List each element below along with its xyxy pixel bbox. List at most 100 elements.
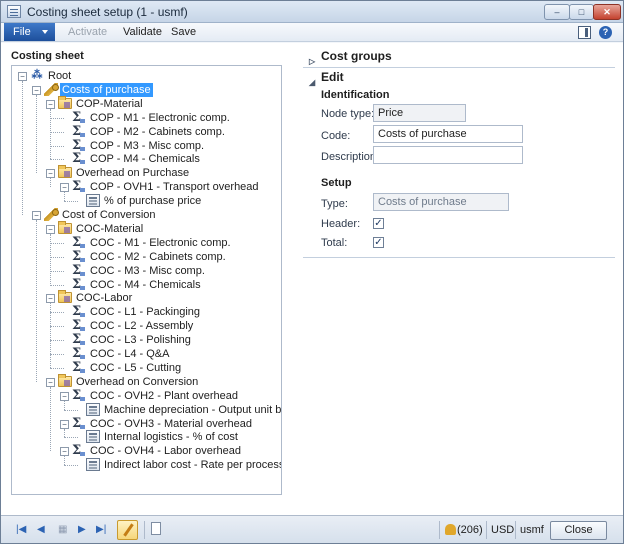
tree-node[interactable]: − ⁂ Root: [12, 69, 280, 83]
collapse-toggle-icon[interactable]: −: [60, 419, 69, 429]
tree-node[interactable]: % of purchase price: [12, 194, 280, 208]
costing-sheet-window: Costing sheet setup (1 - usmf) – □ ✕ Fil…: [0, 0, 624, 544]
tree-connector: [64, 437, 78, 439]
activate-button[interactable]: Activate: [68, 25, 107, 39]
collapse-toggle-icon[interactable]: −: [60, 391, 69, 401]
tree-connector: [50, 354, 64, 355]
notification-bell-icon[interactable]: [445, 524, 456, 535]
status-bar: |◀ ◀ ▦ ▶ ▶| (206) USD usmf Close: [1, 515, 623, 543]
maximize-button[interactable]: □: [569, 4, 594, 20]
tree-node[interactable]: Σ COC - M4 - Chemicals: [12, 278, 280, 292]
tree-node[interactable]: − Costs of purchase: [12, 82, 280, 97]
layout-icon[interactable]: [578, 26, 591, 39]
last-record-button[interactable]: ▶|: [96, 524, 106, 536]
tree-connector: [64, 428, 65, 438]
tree-node[interactable]: − Overhead on Purchase: [12, 165, 280, 180]
cost-groups-section-header[interactable]: ▷ Cost groups: [303, 47, 615, 66]
collapse-toggle-icon[interactable]: −: [46, 169, 55, 179]
divider: [303, 257, 615, 258]
tree-node[interactable]: Σ COP - M4 - Chemicals: [12, 152, 280, 166]
tree-node[interactable]: Σ COC - M2 - Cabinets comp.: [12, 250, 280, 264]
sigma-icon: Σ: [72, 125, 86, 138]
close-window-button[interactable]: ✕: [593, 4, 621, 20]
code-field[interactable]: Costs of purchase: [373, 125, 523, 143]
help-icon[interactable]: ?: [599, 26, 612, 39]
notification-count[interactable]: (206): [457, 524, 483, 536]
grid-view-button[interactable]: ▦: [58, 524, 67, 536]
sigma-icon: Σ: [72, 236, 86, 249]
sigma-icon: Σ: [72, 111, 86, 124]
tree-node[interactable]: − COC-Material: [12, 220, 280, 236]
tree-node-label: COC - L4 - Q&A: [90, 348, 170, 360]
validate-button[interactable]: Validate: [123, 25, 162, 39]
first-record-button[interactable]: |◀: [16, 524, 26, 536]
company-indicator[interactable]: usmf: [520, 524, 544, 536]
tree-node[interactable]: − Overhead on Conversion: [12, 373, 280, 389]
tree-connector: [64, 409, 78, 411]
collapse-toggle-icon[interactable]: −: [60, 447, 69, 457]
tree-connector: [36, 94, 37, 174]
tree-node[interactable]: Σ COC - L2 - Assembly: [12, 319, 280, 333]
edit-section-header[interactable]: ◢ Edit: [303, 68, 615, 87]
tree-node[interactable]: − COP-Material: [12, 95, 280, 111]
close-button[interactable]: Close: [550, 521, 607, 540]
collapse-toggle-icon[interactable]: −: [32, 211, 41, 220]
collapse-toggle-icon[interactable]: −: [46, 99, 55, 109]
tree-node[interactable]: Machine depreciation - Output unit based: [12, 402, 282, 417]
total-label: Total:: [321, 237, 348, 249]
action-pane: File Activate Validate Save ?: [1, 23, 623, 42]
tree-node-label: Machine depreciation - Output unit based: [104, 403, 282, 416]
tree-node[interactable]: − Σ COC - OVH4 - Labor overhead: [12, 444, 280, 458]
collapse-toggle-icon[interactable]: −: [60, 183, 69, 193]
tree-node-label: COP - OVH1 - Transport overhead: [90, 181, 259, 194]
key-icon: [44, 82, 59, 96]
save-button[interactable]: Save: [171, 25, 196, 39]
tree-connector: [50, 326, 64, 328]
divider: [515, 521, 516, 539]
costing-sheet-tree[interactable]: − ⁂ Root − Costs of purchase − COP-Material Σ CO…: [11, 65, 282, 495]
minimize-button[interactable]: –: [544, 4, 570, 20]
next-record-button[interactable]: ▶: [78, 524, 86, 536]
edit-mode-pencil-icon[interactable]: [117, 520, 138, 540]
tree-node[interactable]: Σ COP - M1 - Electronic comp.: [12, 111, 280, 125]
header-label: Header:: [321, 218, 361, 230]
tree-node-label: COC - L1 - Packinging: [90, 306, 201, 319]
tree-node[interactable]: Σ COC - L1 - Packinging: [12, 305, 280, 319]
attachment-icon[interactable]: [151, 522, 161, 535]
tree-node-label: COC - OVH3 - Material overhead: [90, 417, 252, 430]
node-type-field: Price: [373, 104, 466, 122]
collapse-toggle-icon[interactable]: −: [46, 377, 55, 387]
description-label: Description:: [321, 151, 380, 163]
tree-node[interactable]: Σ COC - L4 - Q&A: [12, 347, 280, 361]
tree-node[interactable]: − Σ COC - OVH2 - Plant overhead: [12, 389, 280, 403]
tree-connector: [50, 340, 64, 342]
divider: [486, 521, 487, 539]
tree-node[interactable]: − Cost of Conversion: [12, 208, 280, 222]
tree-connector: [50, 312, 64, 314]
tree-node[interactable]: Σ COC - M3 - Misc comp.: [12, 264, 280, 278]
tree-node[interactable]: − COC-Labor: [12, 290, 280, 305]
collapse-toggle-icon[interactable]: −: [46, 294, 55, 304]
collapse-toggle-icon[interactable]: −: [46, 224, 55, 234]
tree-node[interactable]: Σ COC - L5 - Cutting: [12, 361, 280, 375]
currency-indicator[interactable]: USD: [491, 524, 514, 536]
tree-node[interactable]: Σ COC - L3 - Polishing: [12, 333, 280, 347]
collapse-toggle-icon[interactable]: −: [32, 85, 41, 95]
tree-connector: [50, 242, 64, 244]
tree-node[interactable]: Indirect labor cost - Rate per process t…: [12, 458, 281, 472]
tree-node[interactable]: − Σ COP - OVH1 - Transport overhead: [12, 180, 280, 194]
header-checkbox[interactable]: ✓: [373, 218, 384, 229]
total-checkbox[interactable]: ✓: [373, 237, 384, 248]
tree-node[interactable]: Internal logistics - % of cost: [12, 430, 280, 444]
description-field[interactable]: [373, 146, 523, 164]
file-menu-button[interactable]: File: [4, 23, 55, 41]
tree-connector: [50, 117, 64, 119]
tree-node[interactable]: − Σ COC - OVH3 - Material overhead: [12, 417, 280, 431]
tree-node[interactable]: Σ COC - M1 - Electronic comp.: [12, 236, 280, 250]
tree-node-label: Cost of Conversion: [62, 209, 156, 221]
previous-record-button[interactable]: ◀: [37, 524, 45, 536]
tree-node[interactable]: Σ COP - M3 - Misc comp.: [12, 139, 280, 153]
tree-connector: [50, 367, 64, 369]
tree-node[interactable]: Σ COP - M2 - Cabinets comp.: [12, 125, 280, 139]
collapse-toggle-icon[interactable]: −: [18, 72, 27, 81]
